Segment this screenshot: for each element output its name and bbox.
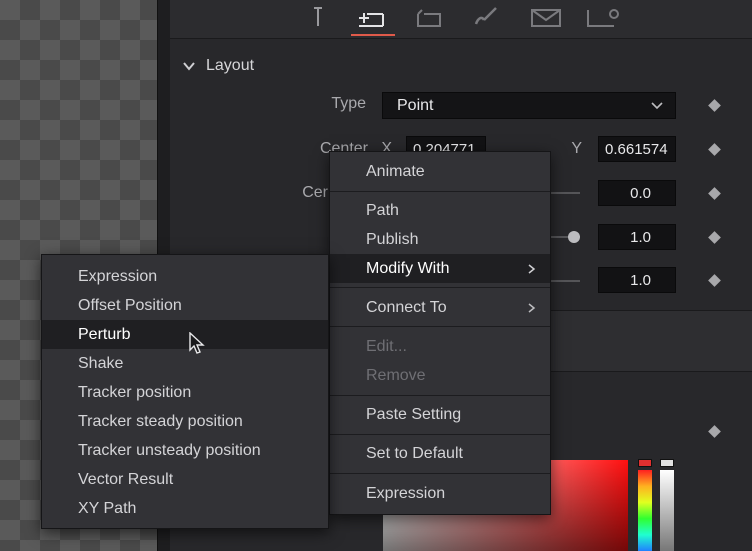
keyframe-diamond-icon[interactable] bbox=[708, 143, 721, 156]
row4-field[interactable]: 1.0 bbox=[598, 267, 676, 293]
active-tab-indicator bbox=[351, 34, 395, 36]
menu-item-expression[interactable]: Expression bbox=[330, 479, 550, 508]
menu-item-path[interactable]: Path bbox=[330, 196, 550, 225]
slider-track[interactable] bbox=[546, 192, 580, 194]
row2-label: Cer bbox=[302, 184, 328, 201]
inspector-tabbar bbox=[170, 0, 752, 39]
submenu-item-vector-result[interactable]: Vector Result bbox=[42, 465, 328, 494]
layout-section-header[interactable]: Layout bbox=[182, 56, 254, 76]
menu-item-publish[interactable]: Publish bbox=[330, 225, 550, 254]
hue-slider[interactable] bbox=[638, 470, 652, 551]
context-menu: Animate Path Publish Modify With Connect… bbox=[329, 151, 551, 515]
menu-separator bbox=[330, 287, 550, 288]
section-title: Layout bbox=[206, 57, 255, 74]
mouse-pointer-icon bbox=[189, 332, 205, 354]
row3-field[interactable]: 1.0 bbox=[598, 224, 676, 250]
settings-tab-icon[interactable] bbox=[584, 4, 624, 30]
layout-tab-icon[interactable] bbox=[353, 4, 393, 30]
menu-item-remove: Remove bbox=[366, 367, 426, 384]
hue-bar-cap bbox=[638, 459, 652, 467]
menu-item-modify-with[interactable]: Modify With bbox=[330, 254, 550, 283]
menu-separator bbox=[330, 473, 550, 474]
submenu-item-tracker-steady-position[interactable]: Tracker steady position bbox=[42, 407, 328, 436]
submenu-item-offset-position[interactable]: Offset Position bbox=[42, 291, 328, 320]
menu-item-label: Connect To bbox=[366, 299, 447, 316]
submenu-item-tracker-position[interactable]: Tracker position bbox=[42, 378, 328, 407]
type-value: Point bbox=[397, 97, 434, 114]
text-tab-icon[interactable] bbox=[298, 4, 338, 30]
center-y-field[interactable]: 0.661574 bbox=[598, 136, 676, 162]
row2-field[interactable]: 0.0 bbox=[598, 180, 676, 206]
center-y-label: Y bbox=[571, 140, 582, 157]
chevron-down-icon bbox=[183, 62, 195, 71]
keyframe-diamond-icon[interactable] bbox=[708, 425, 721, 438]
type-dropdown[interactable]: Point bbox=[382, 92, 676, 119]
modify-with-submenu: Expression Offset Position Perturb Shake… bbox=[41, 254, 329, 529]
image-tab-icon[interactable] bbox=[526, 4, 566, 30]
submenu-item-perturb[interactable]: Perturb bbox=[42, 320, 328, 349]
menu-item-label: Modify With bbox=[366, 260, 450, 277]
type-label: Type bbox=[331, 95, 366, 112]
slider-knob[interactable] bbox=[568, 231, 580, 243]
shading-brush-tab-icon[interactable] bbox=[466, 4, 506, 30]
alpha-bar-cap bbox=[660, 459, 674, 467]
menu-item-set-to-default[interactable]: Set to Default bbox=[330, 439, 550, 468]
submenu-item-xy-path[interactable]: XY Path bbox=[42, 494, 328, 523]
slider-track[interactable] bbox=[546, 280, 580, 282]
transform-tab-icon[interactable] bbox=[408, 4, 448, 30]
keyframe-diamond-icon[interactable] bbox=[708, 231, 721, 244]
keyframe-diamond-icon[interactable] bbox=[708, 99, 721, 112]
menu-item-paste-setting[interactable]: Paste Setting bbox=[330, 400, 550, 429]
chevron-down-icon bbox=[651, 102, 663, 110]
keyframe-diamond-icon[interactable] bbox=[708, 274, 721, 287]
menu-separator bbox=[330, 191, 550, 192]
menu-item-animate[interactable]: Animate bbox=[330, 157, 550, 186]
chevron-right-icon bbox=[528, 264, 536, 274]
alpha-slider[interactable] bbox=[660, 470, 674, 551]
menu-separator bbox=[330, 395, 550, 396]
chevron-right-icon bbox=[528, 303, 536, 313]
menu-item-connect-to[interactable]: Connect To bbox=[330, 293, 550, 322]
submenu-item-tracker-unsteady-position[interactable]: Tracker unsteady position bbox=[42, 436, 328, 465]
submenu-item-shake[interactable]: Shake bbox=[42, 349, 328, 378]
keyframe-diamond-icon[interactable] bbox=[708, 187, 721, 200]
menu-separator bbox=[330, 326, 550, 327]
menu-item-edit: Edit... bbox=[366, 338, 407, 355]
menu-separator bbox=[330, 434, 550, 435]
submenu-item-expression[interactable]: Expression bbox=[42, 262, 328, 291]
